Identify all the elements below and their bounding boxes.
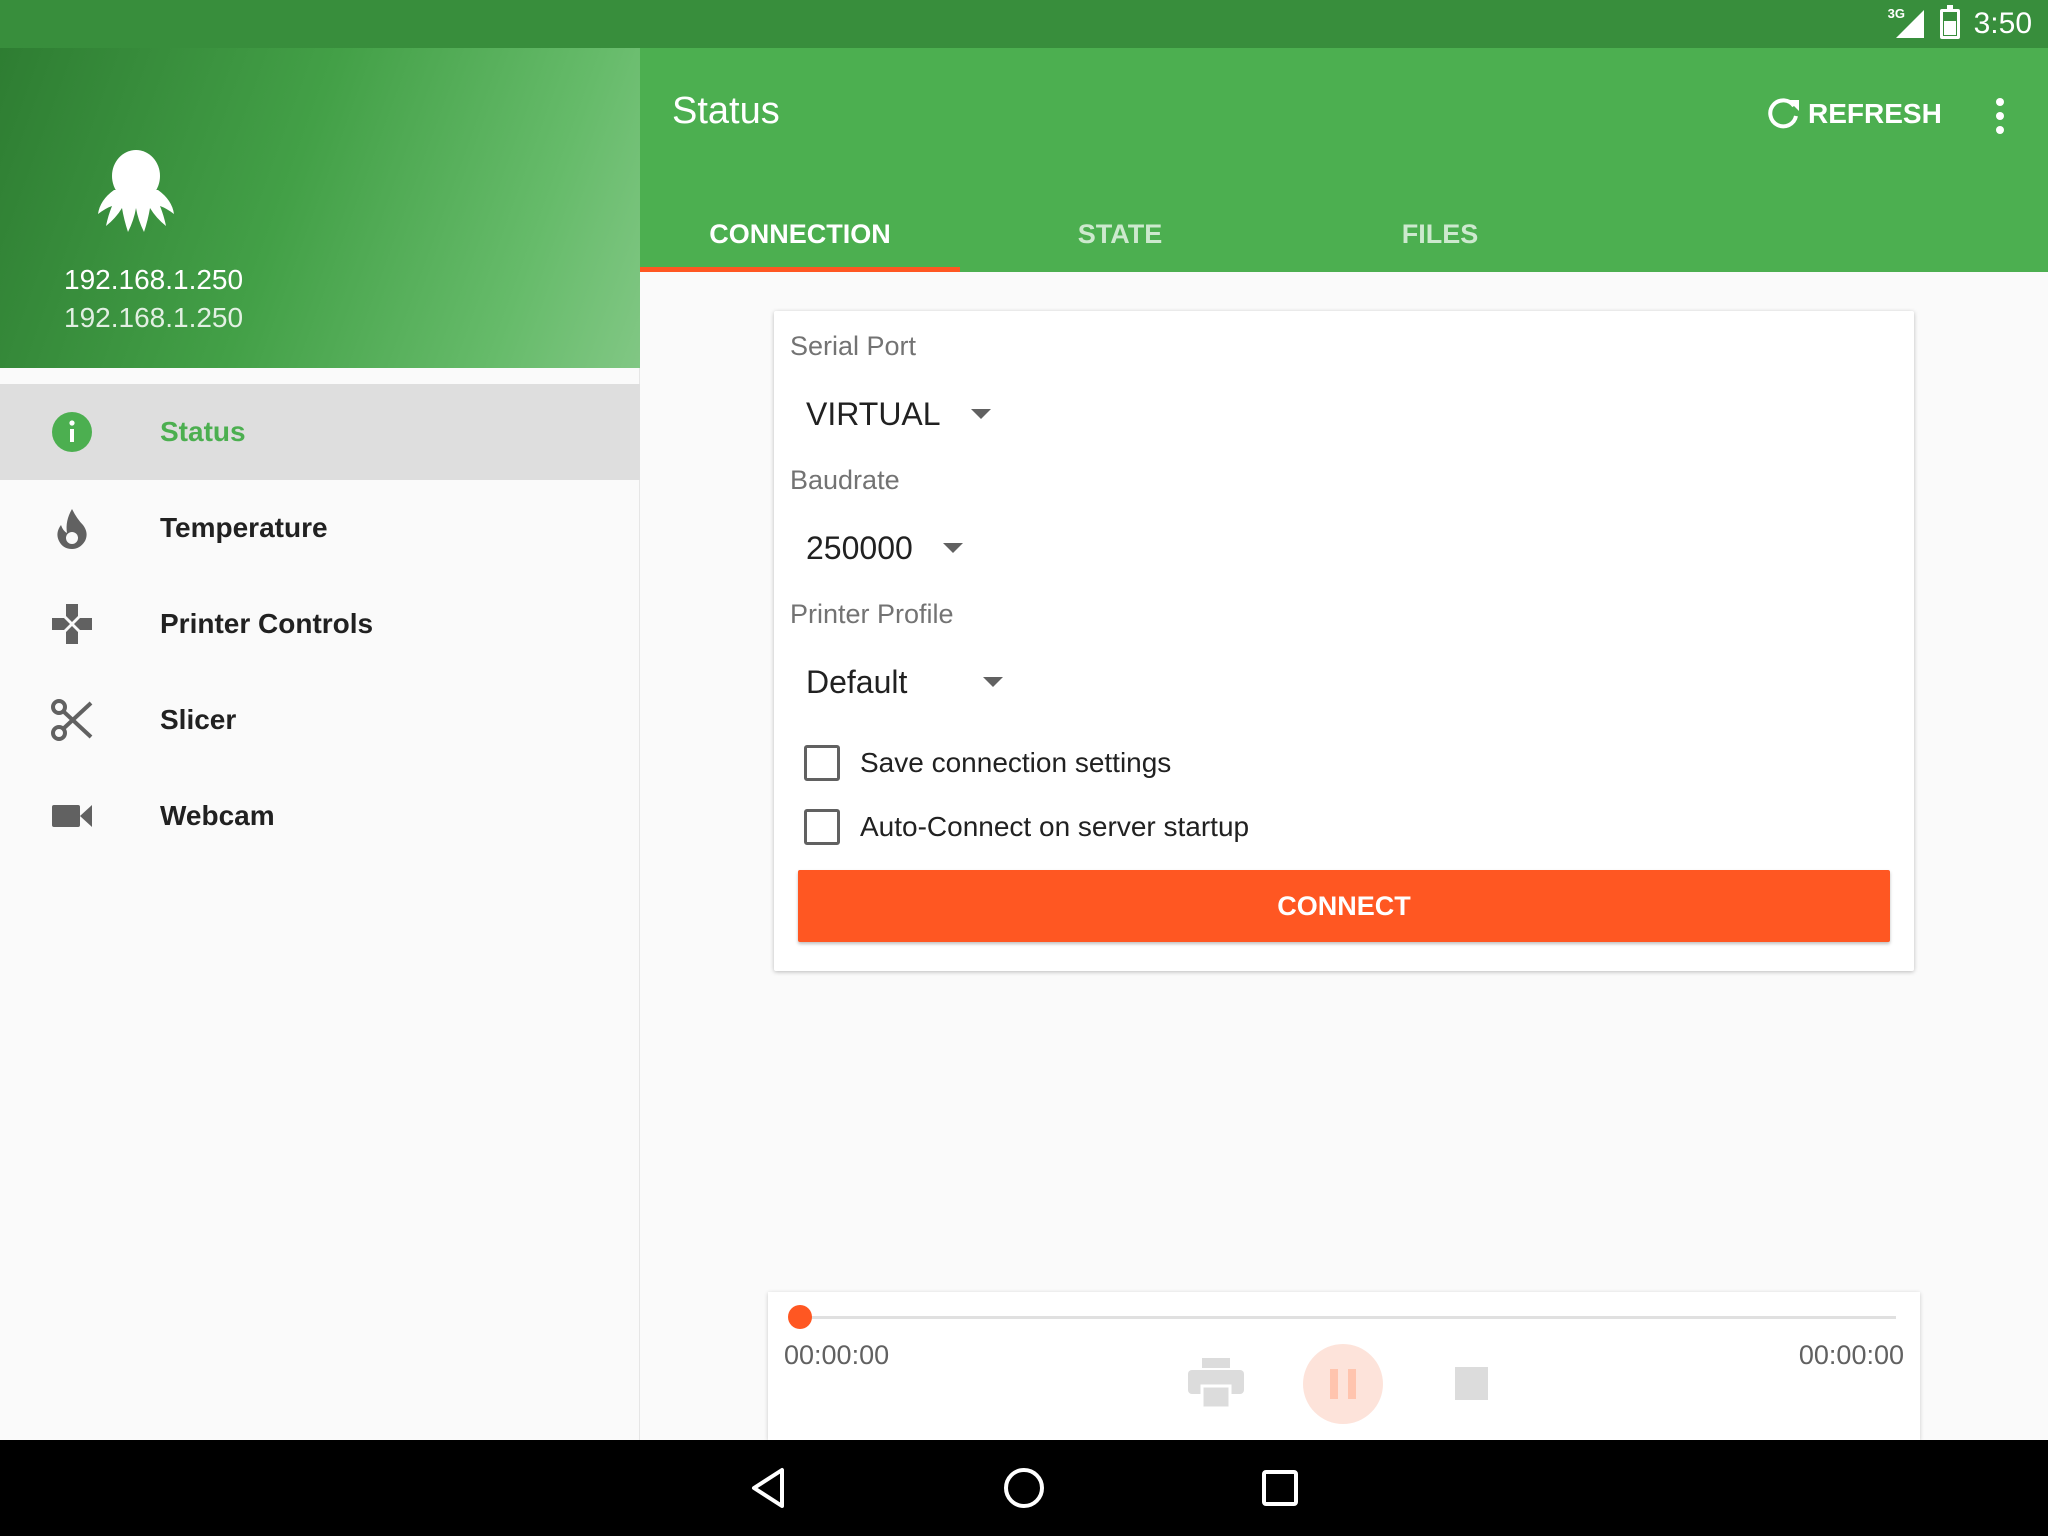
drawer-item-webcam[interactable]: Webcam bbox=[0, 768, 640, 864]
refresh-icon bbox=[1768, 98, 1799, 129]
flame-icon bbox=[50, 506, 94, 550]
save-settings-row[interactable]: Save connection settings bbox=[804, 743, 1171, 783]
remaining-time: 00:00:00 bbox=[1798, 1340, 1904, 1370]
save-settings-label: Save connection settings bbox=[860, 747, 1172, 778]
network-type: 3G bbox=[1887, 6, 1905, 21]
gamepad-icon bbox=[50, 602, 94, 646]
back-button[interactable] bbox=[740, 1460, 796, 1516]
drawer-item-status[interactable]: Status bbox=[0, 384, 640, 480]
back-icon bbox=[752, 1468, 784, 1508]
serial-port-dropdown[interactable]: VIRTUAL bbox=[806, 386, 991, 442]
drawer-menu: Status Temperature Printer Controls Slic… bbox=[0, 384, 640, 864]
baudrate-label: Baudrate bbox=[790, 465, 900, 495]
drawer-item-slicer[interactable]: Slicer bbox=[0, 672, 640, 768]
drawer-item-label: Webcam bbox=[160, 800, 275, 831]
pause-button[interactable] bbox=[1303, 1344, 1383, 1424]
system-tray: 3G 3:50 bbox=[1888, 0, 2032, 48]
octopus-logo-icon bbox=[98, 150, 174, 232]
drawer-item-label: Printer Controls bbox=[160, 608, 374, 639]
job-progress-track bbox=[800, 1316, 1896, 1319]
scissors-icon bbox=[50, 698, 94, 742]
videocam-icon bbox=[50, 794, 94, 838]
tab-bar: CONNECTION STATE FILES bbox=[640, 196, 1600, 272]
recents-button[interactable] bbox=[1252, 1460, 1308, 1516]
system-navigation-bar bbox=[0, 1440, 2048, 1536]
app-toolbar: Status REFRESH CONNECTION STATE FILES bbox=[640, 48, 2048, 272]
drawer-item-label: Status bbox=[160, 416, 246, 447]
drawer-item-printer-controls[interactable]: Printer Controls bbox=[0, 576, 640, 672]
job-control-panel: 00:00:00 00:00:00 bbox=[768, 1292, 1920, 1440]
auto-connect-label: Auto-Connect on server startup bbox=[860, 811, 1250, 842]
overflow-menu-icon[interactable] bbox=[1980, 92, 2020, 140]
system-status-bar: 3G 3:50 bbox=[0, 0, 2048, 48]
chevron-down-icon bbox=[942, 543, 963, 553]
stop-button[interactable] bbox=[1455, 1367, 1488, 1400]
refresh-button[interactable]: REFRESH bbox=[1766, 92, 1942, 136]
drawer-item-label: Slicer bbox=[160, 704, 237, 735]
printer-icon bbox=[1188, 1358, 1244, 1410]
pause-icon bbox=[1330, 1369, 1338, 1399]
tab-files[interactable]: FILES bbox=[1280, 196, 1600, 272]
recents-icon bbox=[1262, 1470, 1298, 1506]
printer-profile-label: Printer Profile bbox=[790, 599, 954, 629]
home-button[interactable] bbox=[996, 1460, 1052, 1516]
auto-connect-checkbox[interactable] bbox=[804, 809, 840, 845]
serial-port-label: Serial Port bbox=[790, 331, 917, 361]
connect-button[interactable]: CONNECT bbox=[798, 870, 1890, 942]
job-progress-thumb[interactable] bbox=[788, 1305, 812, 1329]
chevron-down-icon bbox=[983, 677, 1004, 687]
tab-state[interactable]: STATE bbox=[960, 196, 1280, 272]
clock: 3:50 bbox=[1973, 7, 2032, 40]
print-button[interactable] bbox=[1188, 1358, 1244, 1410]
refresh-label: REFRESH bbox=[1808, 98, 1942, 129]
battery-icon bbox=[1939, 5, 1960, 39]
server-hostname: 192.168.1.250 bbox=[64, 302, 244, 333]
info-icon bbox=[50, 410, 94, 454]
save-settings-checkbox[interactable] bbox=[804, 745, 840, 781]
elapsed-time: 00:00:00 bbox=[784, 1340, 890, 1370]
home-icon bbox=[1004, 1468, 1044, 1508]
baudrate-value: 250000 bbox=[806, 529, 913, 566]
auto-connect-row[interactable]: Auto-Connect on server startup bbox=[804, 807, 1249, 847]
printer-profile-dropdown[interactable]: Default bbox=[806, 654, 1004, 710]
chevron-down-icon bbox=[970, 409, 991, 419]
connection-card: Serial Port VIRTUAL Baudrate 250000 Prin… bbox=[774, 311, 1914, 971]
page-title: Status bbox=[672, 90, 780, 132]
signal-icon: 3G bbox=[1887, 6, 1926, 40]
drawer-item-label: Temperature bbox=[160, 512, 328, 543]
drawer-header: 192.168.1.250 192.168.1.250 bbox=[0, 48, 640, 368]
drawer-item-temperature[interactable]: Temperature bbox=[0, 480, 640, 576]
baudrate-dropdown[interactable]: 250000 bbox=[806, 520, 963, 576]
navigation-drawer: 192.168.1.250 192.168.1.250 Status Tempe… bbox=[0, 48, 640, 1440]
printer-profile-value: Default bbox=[806, 663, 908, 700]
serial-port-value: VIRTUAL bbox=[806, 395, 941, 432]
server-address: 192.168.1.250 bbox=[64, 264, 244, 295]
tab-connection[interactable]: CONNECTION bbox=[640, 196, 960, 272]
